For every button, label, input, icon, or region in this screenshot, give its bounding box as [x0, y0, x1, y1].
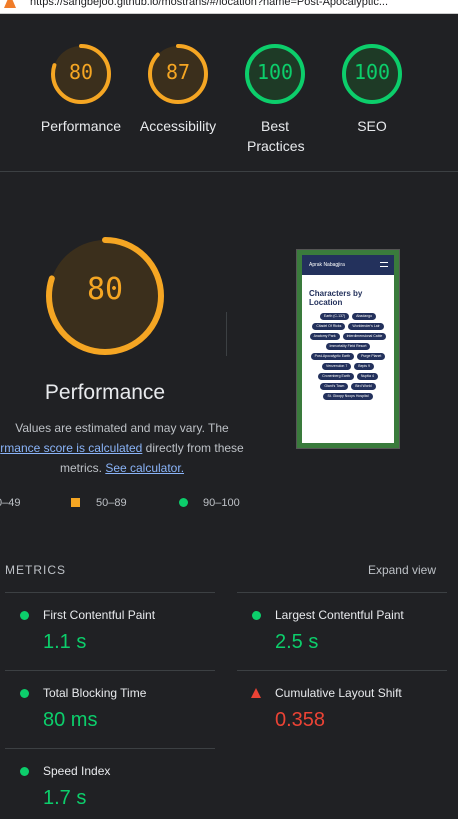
gauge-label: Performance — [40, 118, 122, 134]
screenshot-title: Characters by Location — [309, 289, 363, 307]
pass-circle-icon — [20, 767, 29, 776]
screenshot-header-text: Aprak Nabagjira — [309, 262, 345, 268]
location-chip: Bepis 9 — [354, 363, 374, 370]
gauge-label: SEO — [357, 118, 387, 134]
fail-triangle-icon — [251, 688, 261, 698]
address-bar[interactable]: https://sangbejoo.github.io/mostrans/#/l… — [0, 0, 458, 14]
location-chip: Citadel Of Ricks — [312, 323, 346, 330]
location-chip: Abadango — [352, 313, 377, 320]
gauge-best-practices[interactable]: 100 Best Practices — [225, 42, 325, 156]
pass-circle-icon — [179, 498, 188, 507]
gauge-performance[interactable]: 80 Performance — [31, 42, 131, 136]
metric-value: 2.5 s — [275, 631, 319, 653]
desc-text: Values are estimated and may vary. The — [15, 421, 229, 435]
legend-high: 90–100 — [203, 497, 240, 509]
location-chip: Giant's Town — [320, 383, 349, 390]
score-calculated-link[interactable]: rmance score is calculated — [0, 441, 142, 455]
location-chip: Anatomy Park — [309, 333, 340, 340]
location-chip: Nuptia 4 — [356, 373, 378, 380]
site-warning-icon — [4, 0, 16, 8]
screenshot-header: Aprak Nabagjira — [302, 255, 394, 275]
metric-label: Largest Contentful Paint — [275, 608, 404, 622]
gauge-score: 87 — [165, 60, 191, 84]
metrics-title: METRICS — [5, 563, 66, 577]
metric-value: 1.1 s — [43, 631, 87, 653]
desc-text: metrics. — [59, 461, 106, 475]
expand-view-button[interactable]: Expand view — [368, 563, 436, 577]
legend-mid: 50–89 — [96, 497, 127, 509]
performance-score: 80 — [86, 272, 124, 307]
metric-total-blocking-time: Total Blocking Time 80 ms — [5, 670, 215, 748]
pass-circle-icon — [20, 689, 29, 698]
gauge-label: Best Practices — [247, 118, 305, 154]
metric-speed-index: Speed Index 1.7 s — [5, 748, 215, 819]
screenshot-screen: Aprak Nabagjira Characters by Location E… — [302, 255, 394, 443]
pass-circle-icon — [252, 611, 261, 620]
metric-value: 80 ms — [43, 709, 98, 731]
score-legend: 0–49 50–89 90–100 — [0, 497, 458, 517]
metric-label: Total Blocking Time — [43, 686, 147, 700]
performance-section: 80 Performance Values are estimated and … — [0, 172, 458, 552]
location-chip: Cronenberg Earth — [318, 373, 354, 380]
performance-gauge: 80 — [44, 235, 166, 357]
gauge-score: 100 — [353, 60, 391, 84]
desc-text: directly from these — [142, 441, 244, 455]
see-calculator-link[interactable]: See calculator. — [105, 461, 184, 475]
divider — [226, 312, 227, 356]
metrics-section: METRICS Expand view First Contentful Pai… — [0, 552, 458, 819]
location-chip: Earth (C-137) — [319, 313, 350, 320]
performance-title: Performance — [44, 381, 166, 404]
gauge-score: 100 — [256, 60, 294, 84]
metric-first-contentful-paint: First Contentful Paint 1.1 s — [5, 592, 215, 670]
location-chip: St. Gloopy Noops Hospital — [323, 393, 373, 400]
url-text[interactable]: https://sangbejoo.github.io/mostrans/#/l… — [30, 0, 388, 8]
location-chip: Worldender's Lair — [348, 323, 384, 330]
hamburger-icon — [380, 262, 388, 267]
average-square-icon — [71, 498, 80, 507]
gauge-label: Accessibility — [139, 118, 217, 134]
gauge-seo[interactable]: 100 SEO — [322, 42, 422, 136]
location-chips: Earth (C-137) Abadango Citadel Of Ricks Wor… — [302, 307, 394, 400]
gauge-accessibility[interactable]: 87 Accessibility — [128, 42, 228, 136]
location-chip: Interdimensional Cable — [342, 333, 387, 340]
gauge-score: 80 — [68, 60, 94, 84]
final-screenshot[interactable]: Aprak Nabagjira Characters by Location E… — [296, 249, 400, 449]
location-chip: Venzenulon 7 — [322, 363, 352, 370]
metric-label: Speed Index — [43, 764, 111, 778]
metric-largest-contentful-paint: Largest Contentful Paint 2.5 s — [237, 592, 447, 670]
location-chip: Purge Planet — [357, 353, 386, 360]
metric-label: Cumulative Layout Shift — [275, 686, 402, 700]
category-summary: 80 Performance 87 Accessibility 100 Best… — [0, 14, 458, 172]
metric-cumulative-layout-shift: Cumulative Layout Shift 0.358 — [237, 670, 447, 748]
performance-description: Values are estimated and may vary. The r… — [0, 418, 250, 478]
location-chip: Bird World — [351, 383, 376, 390]
location-chip: Post-Apocalyptic Earth — [310, 353, 355, 360]
metric-label: First Contentful Paint — [43, 608, 156, 622]
metric-value: 1.7 s — [43, 787, 87, 809]
location-chip: Immortality Field Resort — [325, 343, 371, 350]
metric-value: 0.358 — [275, 709, 326, 731]
pass-circle-icon — [20, 611, 29, 620]
legend-low: 0–49 — [0, 497, 21, 509]
